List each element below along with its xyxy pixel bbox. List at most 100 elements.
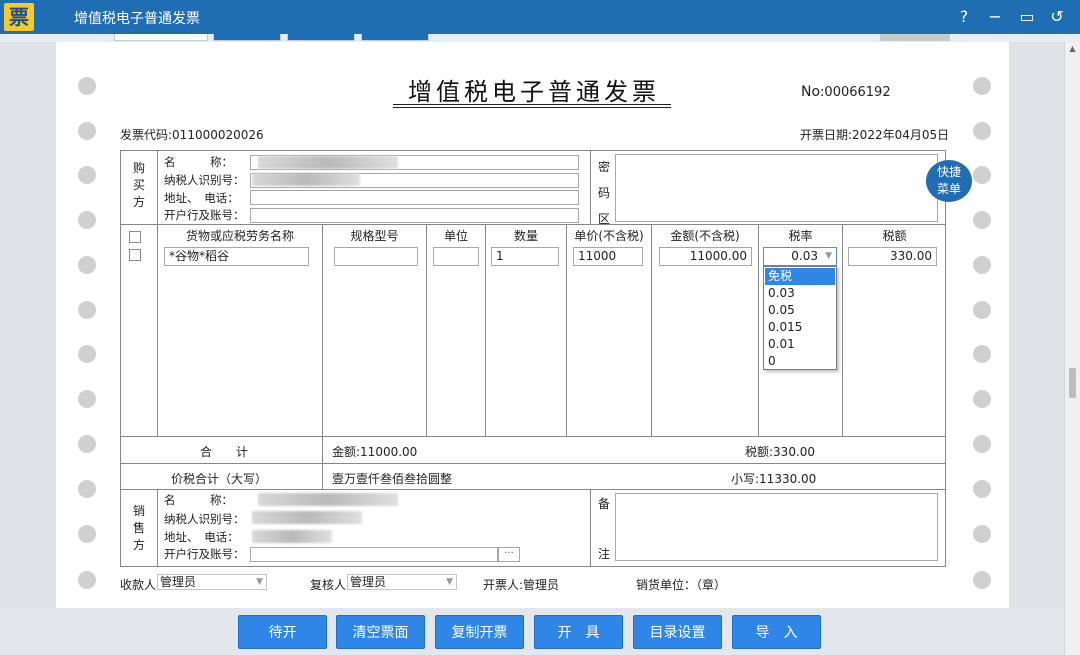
punch-hole	[78, 256, 96, 274]
seller-bank-label: 开户行及账号：	[164, 547, 245, 561]
punch-hole	[78, 435, 96, 453]
help-icon[interactable]: ?	[952, 5, 976, 29]
redacted-text	[258, 493, 398, 506]
divider	[120, 489, 946, 490]
chevron-down-icon: ▼	[256, 577, 263, 587]
seller-tax-id-label: 纳税人识别号：	[164, 512, 245, 526]
toolbar-button[interactable]	[361, 34, 429, 41]
punch-hole	[78, 301, 96, 319]
quantity-input[interactable]: 1	[491, 247, 559, 266]
punch-hole	[973, 256, 991, 274]
seller-seal-text: 销货单位：（章）	[636, 578, 727, 592]
payee-select[interactable]: 管理员 ▼	[157, 574, 267, 590]
invoice-code-label: 发票代码:	[120, 128, 173, 142]
catalog-settings-button[interactable]: 目录设置	[633, 615, 722, 649]
row-checkbox[interactable]	[129, 249, 141, 261]
buyer-label-char: 买	[132, 178, 145, 192]
buyer-label-char: 购	[132, 161, 145, 175]
issue-button[interactable]: 开 具	[534, 615, 623, 649]
punch-hole	[973, 525, 991, 543]
tax-rate-option[interactable]: 免税	[765, 268, 835, 285]
divider	[120, 224, 946, 225]
redacted-text	[258, 156, 398, 169]
title-bar: 票 增值税电子普通发票 ? − ▭ ↺	[0, 0, 1080, 34]
title-underline	[393, 107, 671, 108]
copy-invoice-button[interactable]: 复制开票	[435, 615, 524, 649]
header-amount: 金额(不含税)	[670, 229, 740, 243]
issuer-text: 开票人:管理员	[483, 578, 560, 592]
quick-menu-button[interactable]: 快捷 菜单	[926, 160, 972, 202]
redacted-text	[252, 511, 362, 524]
invoice-title: 增值税电子普通发票	[408, 78, 660, 106]
tax-rate-option[interactable]: 0.01	[765, 336, 835, 353]
invoice-code-value: 011000020026	[172, 128, 264, 142]
remarks-input[interactable]	[615, 493, 938, 561]
header-unit: 单位	[443, 229, 468, 243]
unit-input[interactable]	[433, 247, 479, 266]
invoice-number-label: No	[801, 84, 821, 100]
divider	[120, 463, 946, 464]
divider	[322, 224, 323, 489]
toolbar-button[interactable]	[213, 34, 281, 41]
import-button[interactable]: 导 入	[732, 615, 821, 649]
title-underline	[393, 104, 671, 105]
divider	[651, 224, 652, 436]
punch-hole	[78, 480, 96, 498]
punch-hole	[78, 211, 96, 229]
punch-hole	[973, 480, 991, 498]
tax-rate-option[interactable]: 0	[765, 353, 835, 370]
amount-input[interactable]: 11000.00	[659, 247, 752, 266]
punch-hole	[973, 390, 991, 408]
punch-hole	[973, 77, 991, 95]
tax-rate-option[interactable]: 0.03	[765, 285, 835, 302]
tax-rate-option[interactable]: 0.05	[765, 302, 835, 319]
tax-rate-select[interactable]: 0.03 ▼	[763, 247, 837, 266]
seller-bank-input[interactable]	[250, 547, 498, 562]
toolbar-button[interactable]	[287, 34, 355, 41]
reviewer-select[interactable]: 管理员 ▼	[347, 574, 457, 590]
divider	[590, 489, 591, 567]
scroll-up-icon[interactable]: ▲	[1065, 42, 1080, 56]
punch-hole	[973, 345, 991, 363]
window-title: 增值税电子普通发票	[74, 11, 200, 27]
seller-label-char: 售	[132, 521, 145, 535]
tax-amount-input[interactable]: 330.00	[848, 247, 937, 266]
clear-form-button[interactable]: 清空票面	[336, 615, 425, 649]
tax-rate-dropdown[interactable]: 免税 0.03 0.05 0.015 0.01 0	[763, 266, 837, 370]
divider	[758, 224, 759, 436]
total-amount: 金额:11000.00	[332, 445, 418, 459]
divider	[842, 224, 843, 436]
divider	[120, 436, 946, 437]
toolbar-field[interactable]	[114, 34, 208, 41]
header-tax-amount: 税额	[882, 229, 907, 243]
buyer-address-input[interactable]	[250, 190, 579, 205]
divider	[590, 150, 591, 224]
buyer-bank-input[interactable]	[250, 208, 579, 223]
action-bar	[0, 608, 1064, 655]
restore-icon[interactable]: ▭	[1015, 5, 1039, 29]
pending-button[interactable]: 待开	[238, 615, 327, 649]
toolbar-button[interactable]	[880, 34, 950, 41]
invoice-date-label: 开票日期:	[800, 128, 853, 142]
quick-menu-label: 快捷	[936, 165, 961, 179]
password-area-label: 密 码 区	[596, 154, 612, 232]
goods-name-input[interactable]: *谷物*稻谷	[164, 247, 309, 266]
divider	[157, 224, 158, 436]
tax-rate-option[interactable]: 0.015	[765, 319, 835, 336]
header-tax-rate: 税率	[788, 229, 813, 243]
grand-total-label: 价税合计（大写）	[171, 472, 268, 486]
select-all-checkbox[interactable]	[129, 231, 141, 243]
password-label-char: 码	[597, 186, 610, 200]
vertical-scrollbar[interactable]: ▲	[1064, 42, 1080, 655]
seller-bank-picker-button[interactable]: ···	[498, 547, 520, 562]
buyer-address-label: 地址、 电话：	[164, 191, 239, 205]
divider	[157, 489, 158, 567]
buyer-section-label: 购 买 方	[131, 160, 147, 211]
unit-price-input[interactable]: 11000	[573, 247, 643, 266]
spec-input[interactable]	[334, 247, 418, 266]
minimize-icon[interactable]: −	[983, 5, 1007, 29]
header-quantity: 数量	[513, 229, 538, 243]
scroll-thumb[interactable]	[1069, 368, 1076, 398]
back-icon[interactable]: ↺	[1045, 5, 1069, 29]
password-area-box	[615, 154, 938, 222]
